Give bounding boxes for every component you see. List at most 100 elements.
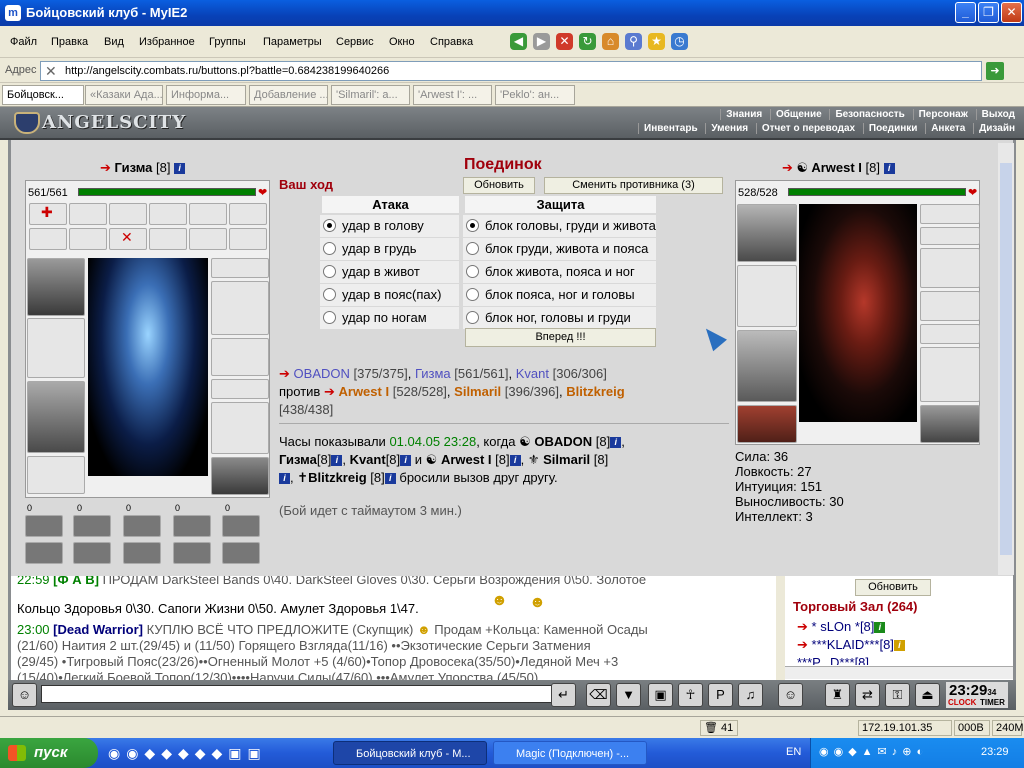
log-name[interactable]: Kvant — [350, 452, 386, 467]
minimize-button[interactable]: _ — [955, 2, 976, 23]
team2-member[interactable]: Silmaril — [454, 384, 501, 399]
bag-icon[interactable]: ♜ — [825, 683, 850, 707]
task-button-browser[interactable]: Бойцовский клуб - М... — [333, 741, 487, 765]
maximize-button[interactable]: ❐ — [978, 2, 999, 23]
nav-exit[interactable]: Выход — [975, 109, 1020, 120]
start-button[interactable]: пуск — [0, 738, 98, 768]
log-name[interactable]: Blitzkreig — [308, 470, 367, 485]
nav-profile[interactable]: Анкета — [925, 123, 971, 134]
belt-slot[interactable] — [27, 456, 85, 494]
close-button[interactable]: ✕ — [1001, 2, 1022, 23]
nav-inventory[interactable]: Инвентарь — [638, 123, 703, 134]
lock-icon[interactable]: ⚿ — [885, 683, 910, 707]
filter-icon[interactable]: ▼ — [616, 683, 641, 707]
attack-option-head[interactable]: удар в голову — [320, 215, 459, 237]
send-icon[interactable]: ↵ — [551, 683, 576, 707]
scroll-slot[interactable] — [189, 203, 227, 225]
tab-3[interactable]: Добавление ... — [249, 85, 328, 105]
scroll-slot[interactable] — [69, 228, 107, 250]
task-button-magic[interactable]: Magic (Подключен) -... — [493, 741, 647, 765]
enemy-boots-slot[interactable] — [920, 405, 980, 443]
radio-icon[interactable] — [466, 242, 479, 255]
radio-icon[interactable] — [466, 288, 479, 301]
belt-item-slot[interactable] — [73, 515, 111, 537]
info-icon[interactable]: i — [883, 163, 895, 175]
nav-transfers[interactable]: Отчет о переводах — [755, 123, 861, 134]
save-icon[interactable]: ▣ — [648, 683, 673, 707]
menu-groups[interactable]: Группы — [209, 36, 246, 48]
weapon-slot[interactable] — [27, 318, 85, 378]
enemy-earrings-slot[interactable] — [920, 204, 980, 224]
go-button[interactable]: ➜ — [986, 62, 1004, 80]
defense-option-2[interactable]: блок живота, пояса и ног — [463, 261, 656, 283]
refresh-icon[interactable]: ↻ — [579, 33, 596, 50]
room-user[interactable]: ➔ ***KLAID***[8] i — [797, 637, 905, 653]
info-icon[interactable]: i — [400, 455, 412, 467]
exit-icon[interactable]: ⏏ — [915, 683, 940, 707]
nav-duels[interactable]: Поединки — [862, 123, 923, 134]
info-icon[interactable]: i — [384, 473, 396, 485]
nav-character[interactable]: Персонаж — [912, 109, 973, 120]
team2-member[interactable]: Blitzkreig — [566, 384, 625, 399]
team1-member[interactable]: Kvant — [516, 366, 549, 381]
nav-design[interactable]: Дизайн — [973, 123, 1020, 134]
room-scrollbar[interactable] — [785, 666, 1013, 679]
belt-item-slot[interactable] — [222, 542, 260, 564]
gloves-slot[interactable] — [211, 338, 269, 376]
nav-skills[interactable]: Умения — [705, 123, 754, 134]
bracers-slot[interactable] — [211, 281, 269, 335]
chat-nick[interactable]: [Dead Warrior] — [53, 622, 143, 637]
enemy-bracers-slot[interactable] — [920, 248, 980, 288]
belt-item-slot[interactable] — [25, 515, 63, 537]
team1-member[interactable]: Гизма — [415, 366, 451, 381]
belt-item-slot[interactable] — [173, 542, 211, 564]
defense-option-0[interactable]: блок головы, груди и живота — [463, 215, 656, 237]
attack-option-belly[interactable]: удар в живот — [320, 261, 459, 283]
defense-option-3[interactable]: блок пояса, ног и головы — [463, 284, 656, 306]
tab-0[interactable]: Бойцовск... — [2, 85, 84, 105]
enemy-gloves-slot[interactable] — [920, 291, 980, 321]
menu-view[interactable]: Вид — [104, 36, 124, 48]
menu-favorites[interactable]: Избранное — [139, 36, 195, 48]
enemy-belt-slot[interactable] — [737, 405, 797, 443]
scroll-slot[interactable] — [229, 203, 267, 225]
radio-icon[interactable] — [323, 288, 336, 301]
radio-selected-icon[interactable] — [323, 219, 336, 232]
enemy-offhand-slot[interactable] — [920, 347, 980, 402]
chat-input[interactable] — [41, 685, 553, 703]
belt-item-slot[interactable] — [25, 542, 63, 564]
info-icon[interactable]: i — [331, 455, 343, 467]
enemy-armor-slot[interactable] — [737, 330, 797, 402]
chat-mode-icon[interactable]: ☺ — [12, 683, 37, 707]
stop-icon[interactable]: ✕ — [556, 33, 573, 50]
music-icon[interactable]: ♫ — [738, 683, 763, 707]
forward-button[interactable]: Вперед !!! — [465, 328, 656, 347]
team2-member[interactable]: Arwest I — [339, 384, 390, 399]
tab-5[interactable]: 'Arwest I': ... — [413, 85, 492, 105]
change-opponent-button[interactable]: Сменить противника (3) — [544, 177, 723, 194]
room-user[interactable]: ➔ * sLOn *[8] i — [797, 619, 886, 635]
refresh-button[interactable]: Обновить — [463, 177, 535, 194]
log-name[interactable]: Гизма — [279, 452, 317, 467]
tab-2[interactable]: Информа... — [166, 85, 246, 105]
nav-communication[interactable]: Общение — [769, 109, 827, 120]
armor-slot[interactable] — [27, 381, 85, 453]
menu-help[interactable]: Справка — [430, 36, 473, 48]
earrings-slot[interactable] — [211, 258, 269, 278]
page-scrollbar[interactable] — [998, 143, 1014, 575]
nav-knowledge[interactable]: Знания — [720, 109, 768, 120]
radio-icon[interactable] — [466, 265, 479, 278]
quick-launch[interactable]: ◉◉◆◆◆◆◆▣▣ — [108, 745, 267, 762]
team1-member[interactable]: OBADON — [294, 366, 350, 381]
rings-slot[interactable] — [211, 379, 269, 399]
scroll-slot-heal[interactable]: ✚ — [29, 203, 67, 225]
transfer-icon[interactable]: ⇄ — [855, 683, 880, 707]
language-indicator[interactable]: EN — [786, 746, 801, 758]
scroll-slot[interactable] — [29, 228, 67, 250]
favorites-star-icon[interactable]: ★ — [648, 33, 665, 50]
info-icon[interactable]: i — [509, 455, 521, 467]
fighter-icon[interactable]: ☥ — [678, 683, 703, 707]
offhand-slot[interactable] — [211, 402, 269, 454]
room-user[interactable]: ***P...D***[8] — [797, 655, 869, 665]
tab-1[interactable]: «Казаки Ада... — [85, 85, 163, 105]
